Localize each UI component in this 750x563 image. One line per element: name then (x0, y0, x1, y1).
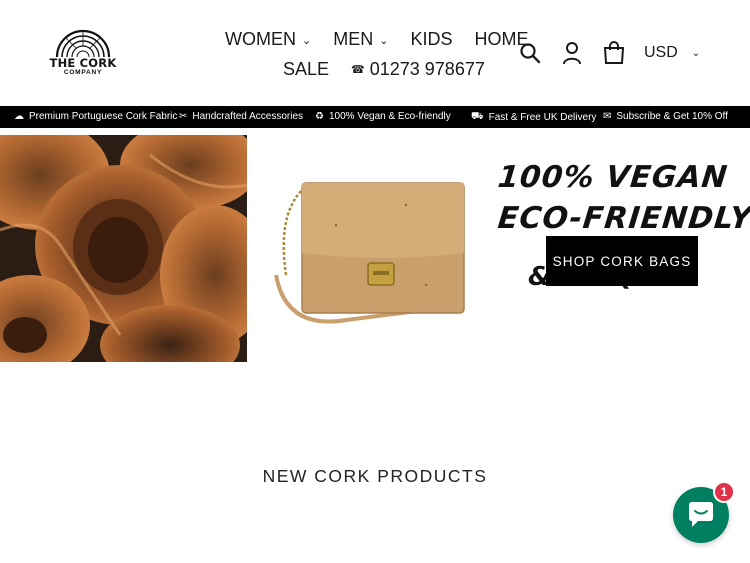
search-button[interactable] (518, 40, 542, 66)
nav-row-primary: WOMEN ⌄ MEN ⌄ KIDS HOME (225, 26, 528, 52)
logo[interactable]: THE CORK COMPANY (48, 26, 118, 80)
usp-bar: ☁ Premium Portuguese Cork Fabric ✂ Handc… (0, 106, 750, 128)
shop-cork-bags-button[interactable]: SHOP CORK BAGS (546, 236, 698, 286)
usp-item: ☁ Premium Portuguese Cork Fabric (14, 111, 177, 122)
nav-item-label: SALE (283, 58, 330, 79)
recycle-icon: ♻ (315, 111, 324, 122)
hero-line-2: ECO-FRIENDLY (496, 201, 750, 236)
usp-item: ✂ Handcrafted Accessories (179, 111, 303, 122)
header-icons (518, 40, 626, 66)
search-icon (520, 43, 541, 64)
currency-value: USD (644, 44, 678, 61)
account-icon (563, 42, 581, 65)
chevron-down-icon: ⌄ (379, 34, 389, 47)
cork-bark-image (0, 135, 247, 362)
main-nav: WOMEN ⌄ MEN ⌄ KIDS HOME SALE ☎ 01273 978… (225, 26, 528, 82)
usp-item: ✉ Subscribe & Get 10% Off (603, 111, 728, 122)
usp-text: 100% Vegan & Eco-friendly (328, 111, 451, 122)
nav-item-label: MEN (333, 28, 374, 49)
cork-bag-image (256, 135, 486, 362)
nav-item-label: WOMEN (225, 28, 296, 49)
hero-headline: 100% VEGAN ECO-FRIENDLY (496, 160, 750, 236)
usp-item: ⛟ Fast & Free UK Delivery (471, 111, 596, 124)
section-title: NEW CORK PRODUCTS (262, 466, 488, 486)
usp-text: Premium Portuguese Cork Fabric (29, 111, 178, 122)
account-button[interactable] (560, 40, 584, 66)
tree-ring-logo-icon (55, 29, 111, 58)
mail-icon: ✉ (603, 111, 612, 122)
nav-item-women[interactable]: WOMEN ⌄ (225, 29, 311, 50)
truck-icon: ⛟ (471, 111, 484, 122)
logo-subtext: COMPANY (63, 69, 103, 76)
notification-badge: 1 (713, 481, 735, 503)
usp-text: Fast & Free UK Delivery (488, 112, 597, 123)
chevron-down-icon: ⌄ (302, 34, 312, 47)
cloud-icon: ☁ (14, 111, 24, 122)
nav-item-label: KIDS (410, 28, 453, 49)
logo-text: THE CORK (49, 56, 117, 70)
chat-icon (689, 502, 713, 527)
cart-button[interactable] (602, 40, 626, 66)
currency-selector[interactable]: USD ⌄ (644, 44, 700, 62)
usp-item: ♻ 100% Vegan & Eco-friendly (315, 111, 451, 122)
nav-item-label: 01273 978677 (369, 58, 485, 79)
scissors-icon: ✂ (179, 111, 188, 122)
nav-item-phone[interactable]: ☎ 01273 978677 (351, 59, 485, 80)
chevron-down-icon: ⌄ (691, 47, 701, 59)
phone-icon: ☎ (351, 63, 365, 76)
nav-row-secondary: SALE ☎ 01273 978677 (225, 56, 525, 82)
nav-item-kids[interactable]: KIDS (410, 29, 452, 50)
usp-text: Subscribe & Get 10% Off (616, 111, 728, 122)
nav-item-sale[interactable]: SALE (283, 59, 329, 80)
usp-text: Handcrafted Accessories (192, 111, 304, 122)
nav-item-men[interactable]: MEN ⌄ (333, 29, 388, 50)
site-header: THE CORK COMPANY WOMEN ⌄ MEN ⌄ KIDS HOME… (0, 0, 750, 104)
cart-icon (603, 41, 625, 64)
hero-line-1: 100% VEGAN (496, 160, 730, 195)
